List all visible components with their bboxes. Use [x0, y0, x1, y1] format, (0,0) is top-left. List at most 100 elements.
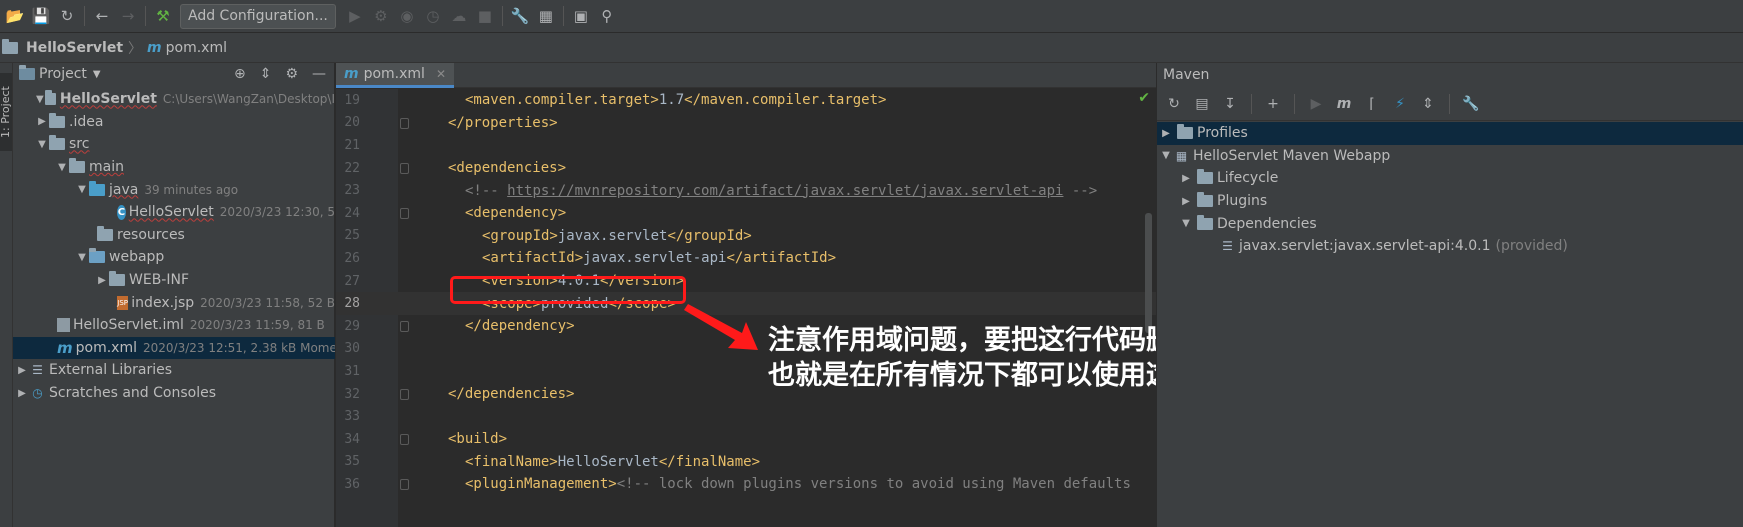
collapsed-arrow-icon[interactable]: ▶	[1159, 128, 1173, 139]
profile-icon[interactable]: ◷	[420, 3, 446, 29]
reload-icon[interactable]: ↻	[1163, 91, 1185, 117]
code-token: </artifactId>	[726, 250, 837, 267]
code-line[interactable]: 20 </properties>	[336, 112, 1156, 135]
collapsed-arrow-icon[interactable]: ▶	[1179, 196, 1193, 207]
debug-icon[interactable]: ⚙	[368, 3, 394, 29]
tree-item-webapp[interactable]: ▼ webapp	[13, 246, 335, 269]
concurrency-icon[interactable]: ☁	[446, 3, 472, 29]
collapse-all-icon[interactable]: ⇕	[1417, 91, 1439, 117]
fold-marker-icon[interactable]	[400, 388, 409, 400]
gear-icon[interactable]: ⚙	[285, 66, 298, 82]
maven-tree: ▶ Profiles ▼ ▦ HelloServlet Maven Webapp…	[1157, 122, 1743, 258]
tree-item-web-inf[interactable]: ▶ WEB-INF	[13, 269, 335, 292]
maven-item-profiles[interactable]: ▶ Profiles	[1157, 122, 1743, 145]
code-line[interactable]: 23 <!-- https://mvnrepository.com/artifac…	[336, 179, 1156, 202]
collapsed-arrow-icon[interactable]: ▶	[1179, 173, 1193, 184]
fold-marker-icon[interactable]	[400, 434, 409, 445]
maven-goal-icon[interactable]: m	[1333, 91, 1355, 117]
expanded-arrow-icon[interactable]: ▼	[35, 139, 49, 150]
collapsed-arrow-icon[interactable]: ▶	[35, 116, 49, 127]
toggle-offline-icon[interactable]: ⌈	[1361, 91, 1383, 117]
collapsed-arrow-icon[interactable]: ▶	[15, 365, 29, 376]
maven-item-lifecycle[interactable]: ▶ Lifecycle	[1157, 167, 1743, 190]
tree-item-helloservlet[interactable]: ▼ HelloServlet C:\Users\WangZan\Desktop\…	[13, 88, 335, 111]
code-line[interactable]: 34 <build>	[336, 428, 1156, 451]
maven-item-servlet-api[interactable]: ☰ javax.servlet:javax.servlet-api:4.0.1 …	[1157, 235, 1743, 258]
project-structure-icon[interactable]: ▦	[533, 3, 559, 29]
code-line[interactable]: 21	[336, 134, 1156, 157]
expanded-arrow-icon[interactable]: ▼	[75, 252, 89, 263]
tree-item-iml[interactable]: HelloServlet.iml 2020/3/23 11:59, 81 B	[13, 314, 335, 337]
collapsed-arrow-icon[interactable]: ▶	[15, 388, 29, 399]
locate-icon[interactable]: ⊕	[234, 66, 246, 82]
maven-item-dependencies[interactable]: ▼ Dependencies	[1157, 212, 1743, 235]
collapsed-arrow-icon[interactable]: ▶	[95, 275, 109, 286]
search-icon[interactable]: ⚲	[594, 3, 620, 29]
back-icon[interactable]: ←	[89, 3, 115, 29]
tree-item-scratches[interactable]: ▶ ◷ Scratches and Consoles	[13, 382, 335, 405]
breadcrumb-file[interactable]: m pom.xml	[147, 40, 227, 56]
download-icon[interactable]: ↧	[1219, 91, 1241, 117]
maven-item-plugins[interactable]: ▶ Plugins	[1157, 190, 1743, 213]
breadcrumb-project[interactable]: HelloServlet	[0, 38, 123, 56]
tree-item-main[interactable]: ▼ main	[13, 156, 335, 179]
tree-item-external-libraries[interactable]: ▶ ☰ External Libraries	[13, 359, 335, 382]
code-line[interactable]: 24 <dependency>	[336, 202, 1156, 225]
expanded-arrow-icon[interactable]: ▼	[75, 184, 89, 195]
run-configuration-button[interactable]: Add Configuration...	[180, 3, 336, 29]
run-icon[interactable]: ▶	[342, 3, 368, 29]
expanded-arrow-icon[interactable]: ▼	[1159, 150, 1173, 161]
tree-item-pom-xml[interactable]: m pom.xml 2020/3/23 12:51, 2.38 kB Momen…	[13, 336, 335, 360]
fold-marker-icon[interactable]	[400, 321, 409, 332]
tree-item-src[interactable]: ▼ src	[13, 133, 335, 156]
expanded-arrow-icon[interactable]: ▼	[55, 162, 69, 173]
fold-marker-icon[interactable]	[400, 117, 409, 129]
tree-item-index-jsp[interactable]: JSP index.jsp 2020/3/23 11:58, 52 B	[13, 291, 335, 314]
wrench-icon[interactable]: 🔧	[507, 3, 533, 29]
code-text: <dependencies>	[448, 160, 566, 176]
code-text: <dependency>	[465, 205, 566, 221]
folder-open-icon[interactable]: 📂	[2, 3, 28, 29]
wrench-icon[interactable]: 🔧	[1460, 91, 1482, 117]
sync-icon[interactable]: ↻	[54, 3, 80, 29]
generate-sources-icon[interactable]: ▤	[1191, 91, 1213, 117]
code-text: <!-- https://mvnrepository.com/artifact/…	[465, 183, 1097, 199]
expanded-arrow-icon[interactable]: ▼	[35, 94, 45, 105]
tree-item-label: resources	[117, 226, 185, 243]
fold-marker-icon[interactable]	[400, 162, 409, 174]
tree-item-helloservlet-class[interactable]: C HelloServlet 2020/3/23 12:30, 5	[13, 201, 335, 224]
project-tool-button[interactable]: 1: Project	[0, 73, 12, 151]
project-panel-title[interactable]: Project	[39, 66, 87, 82]
code-line[interactable]: 25 <groupId>javax.servlet</groupId>	[336, 225, 1156, 248]
save-icon[interactable]: 💾	[28, 3, 54, 29]
tree-item-java[interactable]: ▼ java 39 minutes ago	[13, 178, 335, 201]
stop-icon[interactable]: ■	[472, 3, 498, 29]
close-icon[interactable]: ✕	[436, 67, 446, 81]
build-hammer-icon[interactable]: ⚒	[150, 3, 176, 29]
jsp-file-icon: JSP	[117, 295, 129, 310]
code-line[interactable]: 19 <maven.compiler.target>1.7</maven.comp…	[336, 89, 1156, 112]
collapse-all-icon[interactable]: ⇕	[260, 66, 272, 82]
tab-pom-xml[interactable]: m pom.xml ✕	[336, 63, 455, 88]
forward-icon[interactable]: →	[115, 3, 141, 29]
scrollbar[interactable]	[1145, 213, 1152, 333]
code-line[interactable]: 22 <dependencies>	[336, 157, 1156, 180]
terminal-icon[interactable]: ▣	[568, 3, 594, 29]
run-icon[interactable]: ▶	[1305, 91, 1327, 117]
minimize-icon[interactable]: —	[312, 66, 326, 82]
expanded-arrow-icon[interactable]: ▼	[1179, 218, 1193, 229]
maven-item-project[interactable]: ▼ ▦ HelloServlet Maven Webapp	[1157, 145, 1743, 168]
chevron-down-icon[interactable]: ▼	[93, 69, 101, 80]
coverage-icon[interactable]: ◉	[394, 3, 420, 29]
fold-marker-icon[interactable]	[400, 479, 409, 491]
tree-item-idea[interactable]: ▶ .idea	[13, 111, 335, 134]
fold-marker-icon[interactable]	[400, 208, 409, 219]
tree-item-resources[interactable]: resources	[13, 224, 335, 247]
add-icon[interactable]: +	[1262, 91, 1284, 117]
code-area[interactable]: 19 <maven.compiler.target>1.7</maven.comp…	[336, 89, 1156, 527]
code-line[interactable]: 33	[336, 405, 1156, 428]
code-line[interactable]: 35 <finalName>HelloServlet</finalName>	[336, 451, 1156, 474]
code-line[interactable]: 26 <artifactId>javax.servlet-api</artifac…	[336, 247, 1156, 270]
skip-tests-icon[interactable]: ⚡	[1389, 91, 1411, 117]
code-line[interactable]: 36 <pluginManagement><!-- lock down plugi…	[336, 473, 1156, 496]
